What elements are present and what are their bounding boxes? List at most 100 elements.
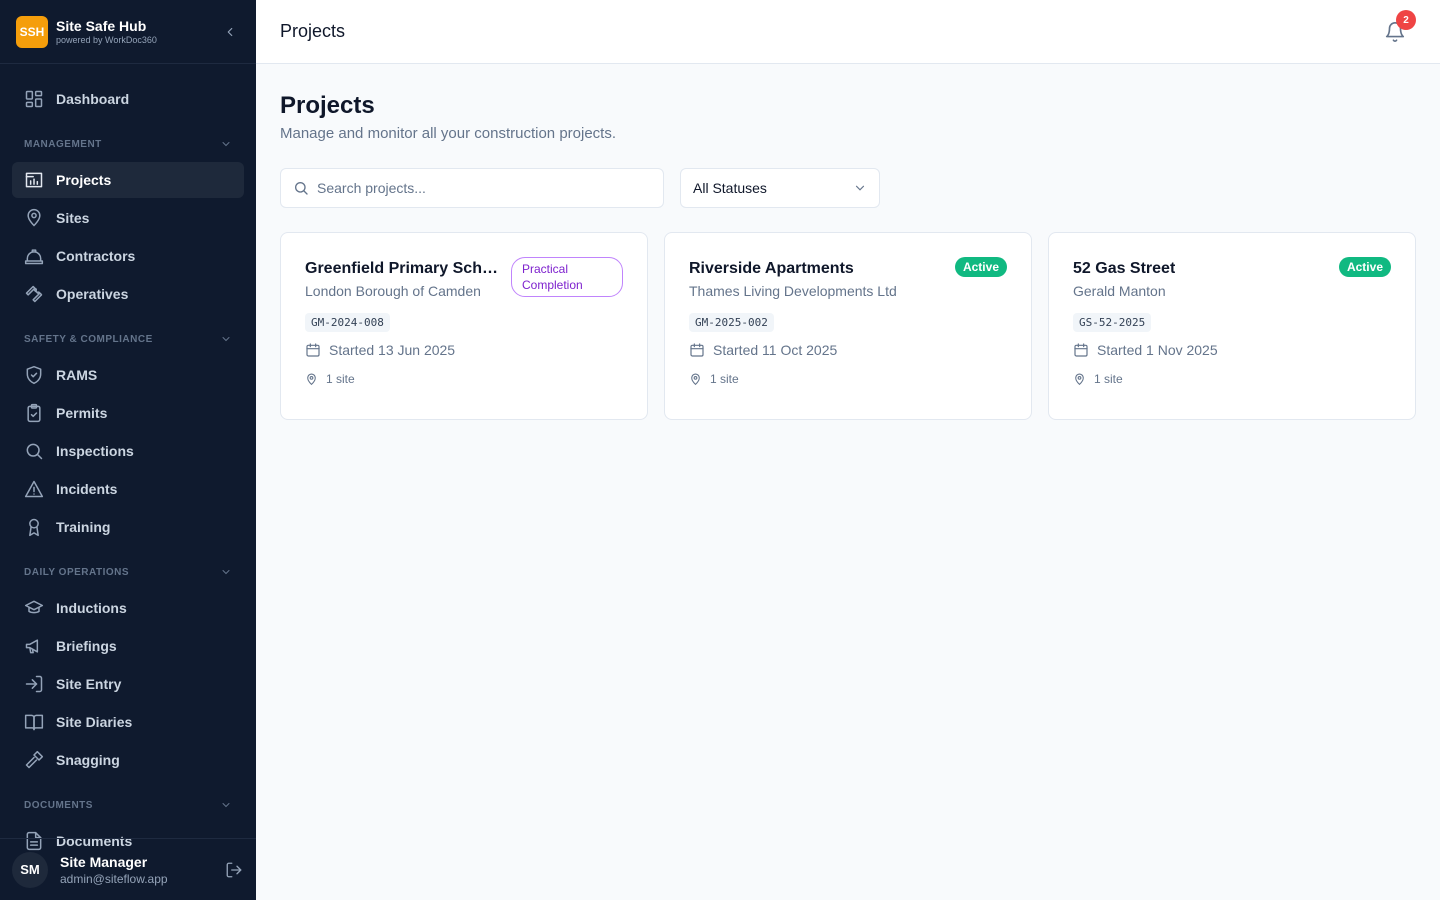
map-pin-icon bbox=[27, 208, 41, 227]
project-site-count: 1 site bbox=[326, 372, 355, 386]
topbar-title: Projects bbox=[280, 21, 346, 41]
project-card[interactable]: 52 Gas Street Gerald Manton Active GS-52… bbox=[1048, 232, 1416, 420]
topbar: Projects 2 bbox=[256, 0, 1440, 64]
sidebar-item-rams[interactable]: RAMS bbox=[12, 357, 244, 393]
project-code: GM-2025-002 bbox=[689, 313, 774, 332]
section-management[interactable]: MANAGEMENT bbox=[12, 129, 244, 159]
sidebar-item-label: Operatives bbox=[56, 286, 129, 302]
project-site-count: 1 site bbox=[710, 372, 739, 386]
sidebar-item-label: Training bbox=[56, 519, 111, 535]
sidebar-item-label: Contractors bbox=[56, 248, 136, 264]
layout-grid-icon bbox=[25, 90, 43, 108]
section-title: DOCUMENTS bbox=[24, 799, 93, 811]
map-pin-icon bbox=[691, 373, 700, 385]
section-title: SAFETY & COMPLIANCE bbox=[24, 333, 153, 345]
user-name: Site Manager bbox=[60, 853, 148, 870]
sidebar-item-operatives[interactable]: Operatives bbox=[12, 276, 244, 312]
sidebar-item-label: Permits bbox=[56, 405, 108, 421]
project-code: GS-52-2025 bbox=[1073, 313, 1152, 332]
main-content: Projects Manage and monitor all your con… bbox=[280, 92, 1416, 420]
project-client: Gerald Manton bbox=[1073, 283, 1166, 299]
project-cards: Greenfield Primary School ... London Bor… bbox=[280, 232, 1416, 420]
project-start-date: Started 11 Oct 2025 bbox=[713, 342, 838, 358]
status-filter-select[interactable]: All Statuses bbox=[680, 168, 880, 208]
sidebar-item-label: Snagging bbox=[56, 752, 120, 768]
chevron-down-icon bbox=[222, 337, 230, 342]
shield-check-icon bbox=[26, 365, 42, 385]
sidebar-item-label: Dashboard bbox=[56, 91, 130, 107]
status-filter-value: All Statuses bbox=[693, 180, 767, 196]
page-subtitle: Manage and monitor all your construction… bbox=[280, 125, 617, 142]
search-box bbox=[280, 168, 664, 208]
section-daily-operations[interactable]: DAILY OPERATIONS bbox=[12, 557, 244, 587]
hammer-icon bbox=[25, 750, 44, 769]
sidebar-item-label: RAMS bbox=[56, 367, 98, 383]
sidebar-item-training[interactable]: Training bbox=[12, 509, 244, 545]
sidebar-item-label: Briefings bbox=[56, 638, 117, 654]
status-badge: Practical Completion bbox=[511, 257, 623, 297]
section-title: DAILY OPERATIONS bbox=[24, 566, 130, 578]
section-safety-compliance[interactable]: SAFETY & COMPLIANCE bbox=[12, 324, 244, 354]
sidebar-item-label: Inspections bbox=[56, 443, 134, 459]
sidebar-item-site-diaries[interactable]: Site Diaries bbox=[12, 704, 244, 740]
project-card[interactable]: Greenfield Primary School ... London Bor… bbox=[280, 232, 648, 420]
chevron-left-icon bbox=[227, 27, 233, 37]
sidebar-item-inspections[interactable]: Inspections bbox=[12, 433, 244, 469]
map-pin-icon bbox=[307, 373, 316, 385]
map-pin-icon bbox=[1075, 373, 1084, 385]
sidebar: SSH Site Safe Hub powered by WorkDoc360 … bbox=[0, 0, 256, 900]
clipboard-check-icon bbox=[27, 403, 41, 423]
brand: SSH Site Safe Hub powered by WorkDoc360 bbox=[0, 0, 256, 64]
sidebar-item-projects[interactable]: Projects bbox=[12, 162, 244, 198]
chevron-down-icon bbox=[222, 803, 230, 808]
project-client: London Borough of Camden bbox=[305, 283, 481, 299]
sidebar-item-inductions[interactable]: Inductions bbox=[12, 590, 244, 626]
notification-count-badge: 2 bbox=[1396, 10, 1416, 30]
award-icon bbox=[29, 518, 39, 537]
search-icon bbox=[26, 443, 43, 460]
sidebar-item-briefings[interactable]: Briefings bbox=[12, 628, 244, 664]
status-badge: Active bbox=[954, 257, 1007, 277]
wrench-icon bbox=[25, 285, 43, 303]
user-panel: SM Site Manager admin@siteflow.app bbox=[0, 838, 256, 900]
projects-icon bbox=[25, 172, 43, 188]
sidebar-item-site-entry[interactable]: Site Entry bbox=[12, 666, 244, 702]
sidebar-item-snagging[interactable]: Snagging bbox=[12, 742, 244, 778]
avatar[interactable]: SM bbox=[12, 851, 48, 888]
log-in-icon bbox=[25, 675, 43, 693]
log-out-icon bbox=[226, 862, 242, 877]
sidebar-item-sites[interactable]: Sites bbox=[12, 200, 244, 236]
project-name: Greenfield Primary School ... bbox=[305, 260, 505, 277]
project-name: 52 Gas Street bbox=[1073, 260, 1176, 277]
sidebar-item-label: Sites bbox=[56, 210, 90, 226]
logout-button[interactable] bbox=[224, 860, 244, 880]
calendar-icon bbox=[1074, 343, 1088, 357]
collapse-sidebar-button[interactable] bbox=[220, 22, 240, 42]
notifications-button[interactable]: 2 bbox=[1384, 10, 1416, 43]
chevron-down-icon bbox=[855, 185, 865, 191]
chevron-down-icon bbox=[222, 142, 230, 147]
chevron-down-icon bbox=[222, 570, 230, 575]
sidebar-item-label: Inductions bbox=[56, 600, 127, 616]
project-site-count: 1 site bbox=[1094, 372, 1123, 386]
project-start-date: Started 13 Jun 2025 bbox=[329, 342, 456, 358]
project-code: GM-2024-008 bbox=[305, 313, 390, 332]
sidebar-item-incidents[interactable]: Incidents bbox=[12, 471, 244, 507]
search-input[interactable] bbox=[317, 180, 637, 196]
section-documents[interactable]: DOCUMENTS bbox=[12, 790, 244, 820]
project-card[interactable]: Riverside Apartments Thames Living Devel… bbox=[664, 232, 1032, 420]
project-start-date: Started 1 Nov 2025 bbox=[1097, 342, 1218, 358]
alert-triangle-icon bbox=[24, 480, 44, 498]
sidebar-item-label: Site Diaries bbox=[56, 714, 133, 730]
brand-title: Site Safe Hub bbox=[56, 17, 147, 34]
calendar-icon bbox=[690, 343, 704, 357]
sidebar-item-label: Site Entry bbox=[56, 676, 122, 692]
sidebar-item-permits[interactable]: Permits bbox=[12, 395, 244, 431]
page-title: Projects bbox=[280, 92, 375, 119]
sidebar-item-contractors[interactable]: Contractors bbox=[12, 238, 244, 274]
graduation-cap-icon bbox=[24, 600, 44, 614]
brand-logo: SSH bbox=[16, 15, 48, 48]
sidebar-item-label: Projects bbox=[56, 172, 112, 188]
sidebar-item-label: Incidents bbox=[56, 481, 118, 497]
sidebar-item-dashboard[interactable]: Dashboard bbox=[12, 81, 244, 117]
